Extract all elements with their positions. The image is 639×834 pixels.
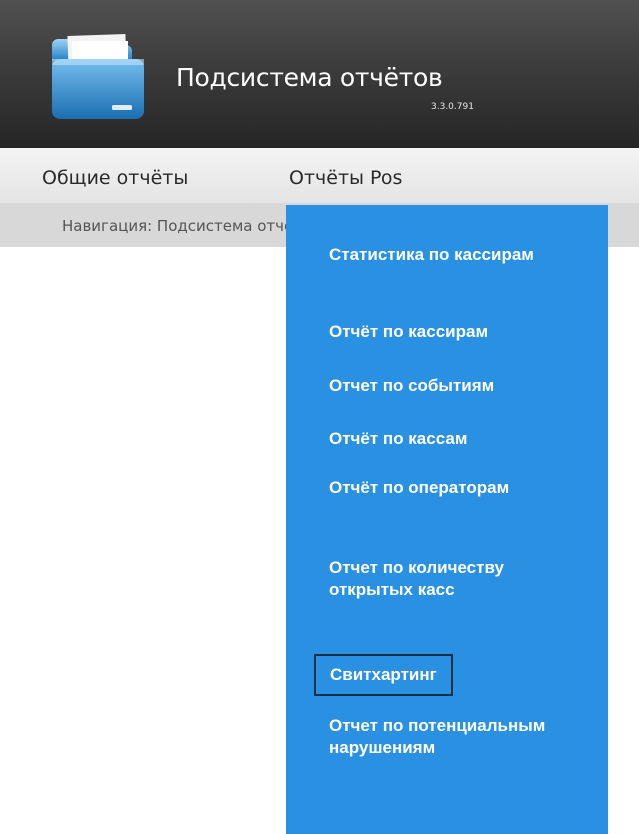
breadcrumb-text: Навигация: Подсистема отчётов — [62, 217, 321, 235]
app-header: Подсистема отчётов 3.3.0.791 — [0, 0, 639, 148]
dropdown-item-events-report[interactable]: Отчет по событиям — [329, 375, 569, 397]
folder-icon — [52, 33, 144, 119]
menu-general-reports[interactable]: Общие отчёты — [42, 167, 188, 189]
dropdown-item-sweethearting[interactable]: Свитхартинг — [314, 654, 453, 696]
dropdown-item-cashier-statistics[interactable]: Статистика по кассирам — [329, 244, 569, 266]
dropdown-item-cashier-report[interactable]: Отчёт по кассирам — [329, 321, 569, 343]
dropdown-item-cash-desks-report[interactable]: Отчёт по кассам — [329, 428, 569, 450]
main-menu: Общие отчёты Отчёты Pos — [0, 148, 639, 203]
dropdown-item-operators-report[interactable]: Отчёт по операторам — [329, 477, 569, 499]
pos-reports-dropdown: Статистика по кассирам Отчёт по кассирам… — [286, 205, 608, 834]
app-version: 3.3.0.791 — [431, 102, 474, 112]
menu-pos-reports[interactable]: Отчёты Pos — [289, 167, 402, 189]
app-title: Подсистема отчётов — [176, 63, 443, 92]
dropdown-item-open-desks-report[interactable]: Отчет по количеству открытых касс — [329, 557, 569, 601]
dropdown-item-violations-report[interactable]: Отчет по потенциальным нарушениям — [329, 715, 569, 759]
